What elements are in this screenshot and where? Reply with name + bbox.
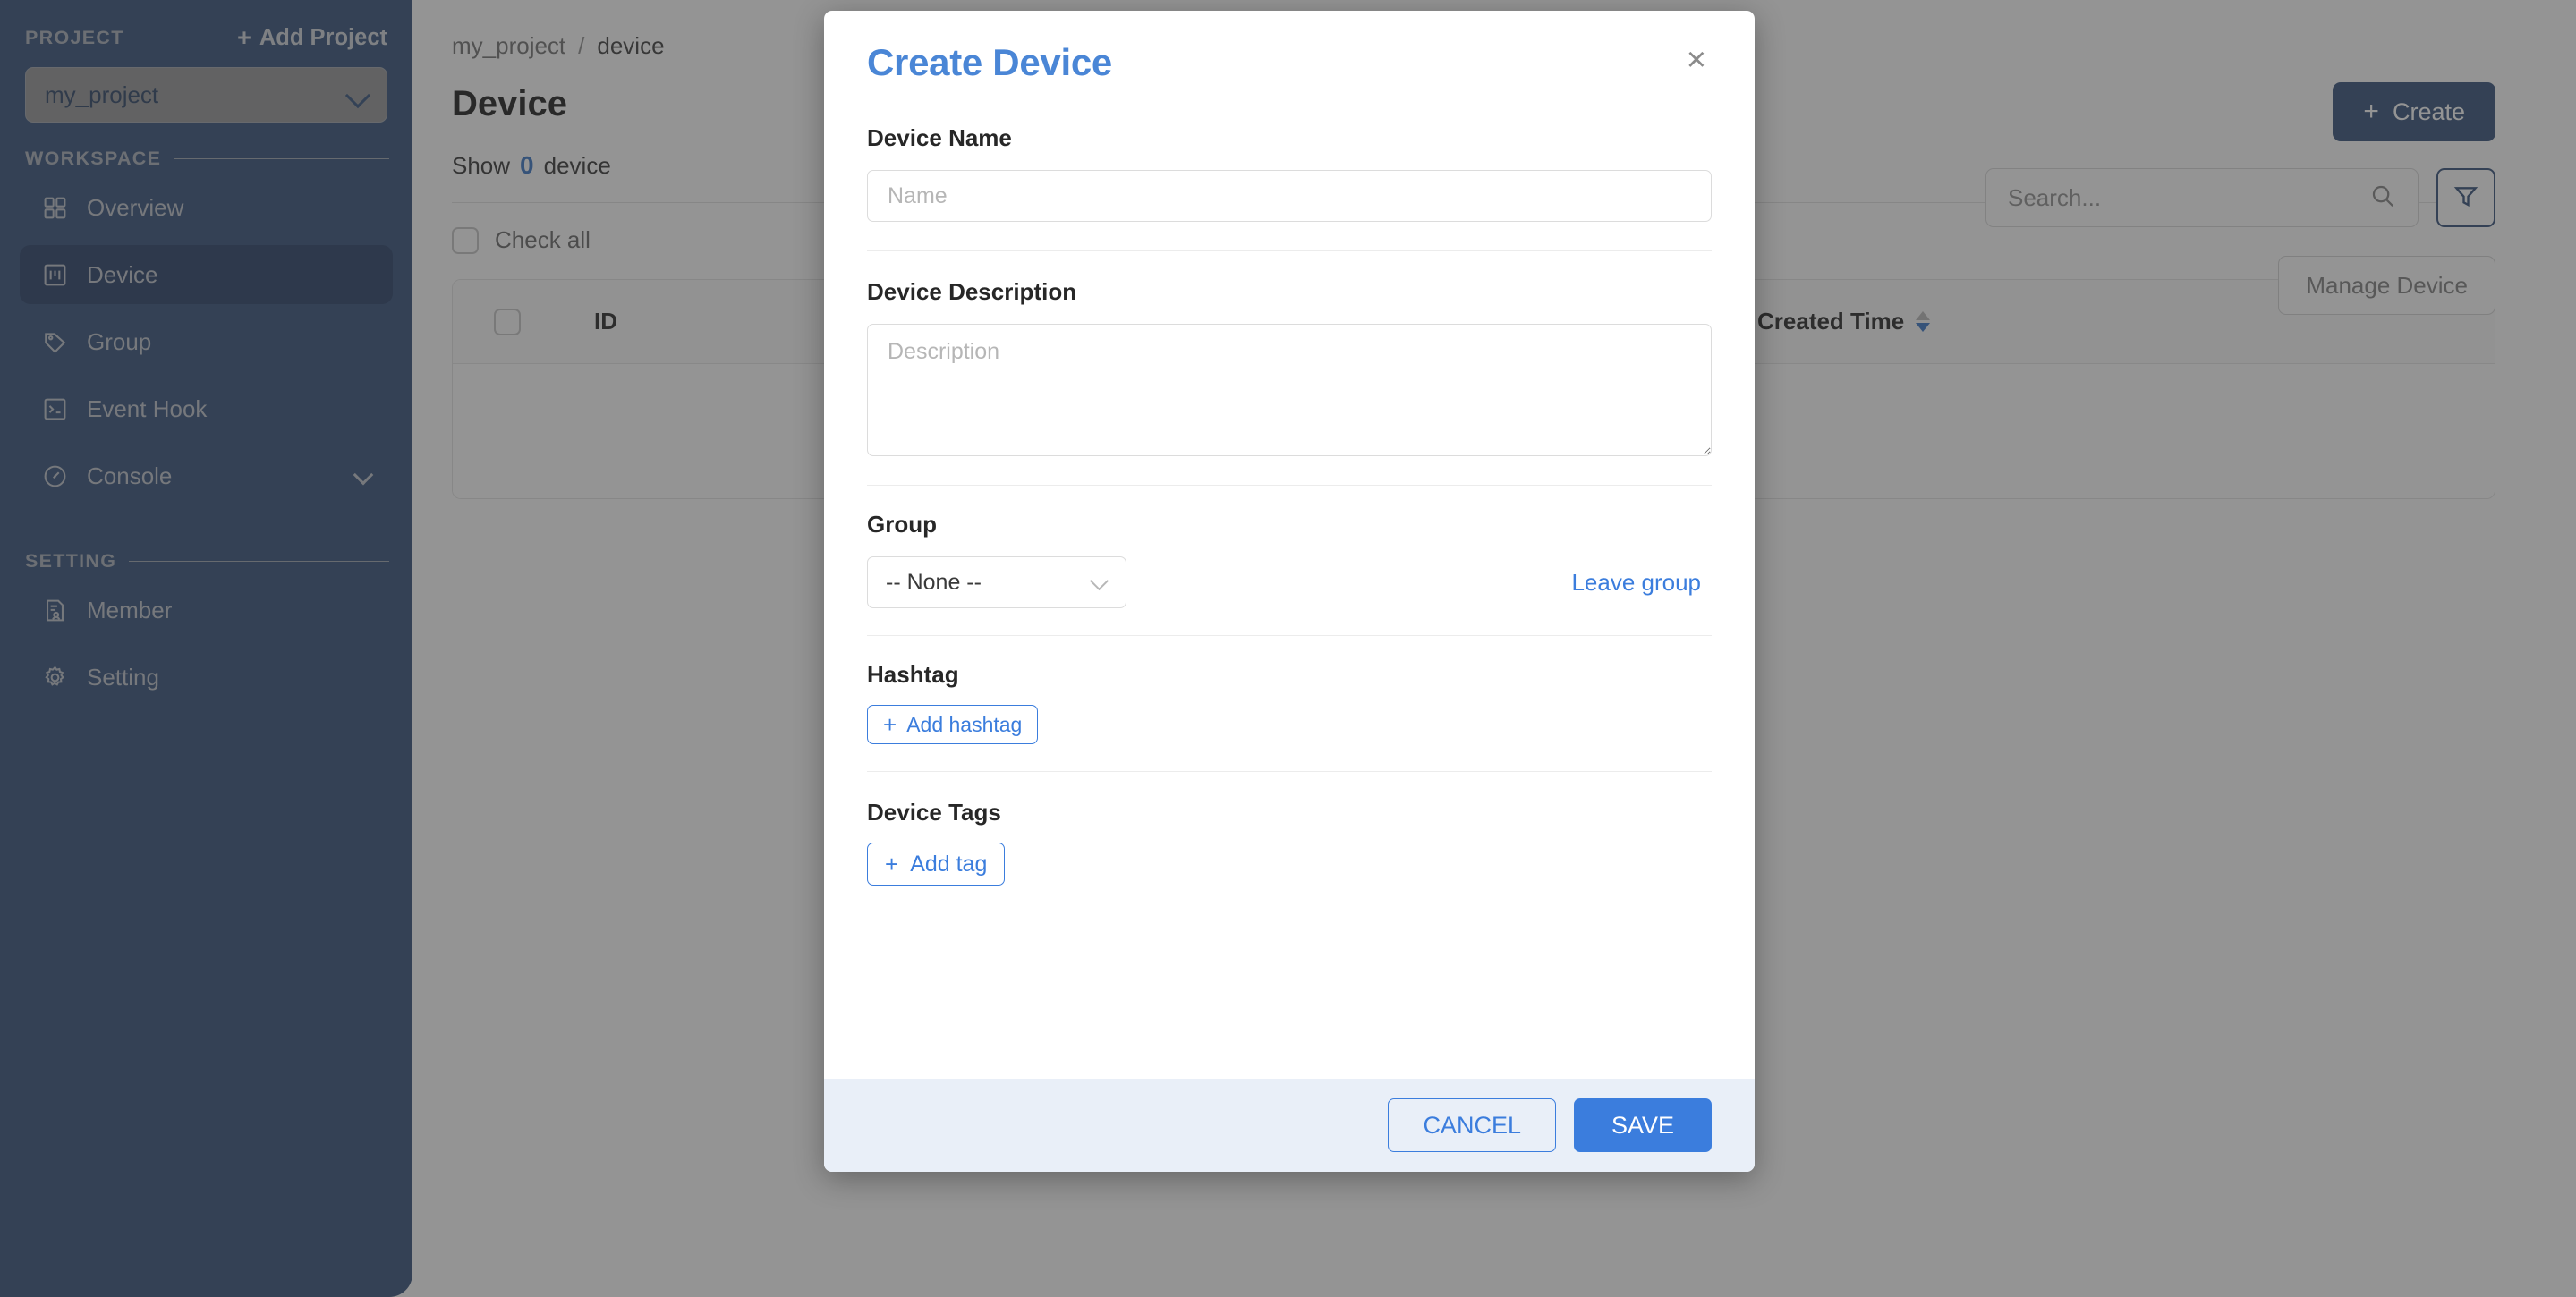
modal-header: Create Device × — [867, 11, 1712, 84]
divider — [867, 485, 1712, 486]
create-device-modal: Create Device × Device Name Device Descr… — [824, 11, 1755, 1172]
device-name-field-group: Device Name — [867, 124, 1712, 222]
group-label: Group — [867, 511, 937, 538]
group-select[interactable]: -- None -- — [867, 556, 1126, 608]
leave-group-link[interactable]: Leave group — [1571, 569, 1701, 597]
modal-title: Create Device — [867, 41, 1112, 83]
plus-icon: + — [883, 711, 897, 738]
device-description-field-group: Device Description — [867, 278, 1712, 456]
modal-footer: CANCEL SAVE — [824, 1079, 1755, 1172]
group-field-group: Group -- None -- Leave group — [867, 511, 1712, 608]
close-icon[interactable]: × — [1681, 41, 1712, 79]
add-hashtag-button[interactable]: + Add hashtag — [867, 705, 1039, 744]
divider — [867, 771, 1712, 772]
divider — [867, 250, 1712, 251]
divider — [867, 635, 1712, 636]
add-hashtag-label: Add hashtag — [906, 712, 1023, 736]
device-name-label: Device Name — [867, 124, 1012, 151]
chevron-down-icon — [1092, 574, 1108, 590]
group-row: -- None -- Leave group — [867, 556, 1712, 608]
plus-icon: + — [885, 851, 899, 877]
device-tags-label: Device Tags — [867, 799, 1001, 826]
modal-body: Create Device × Device Name Device Descr… — [824, 11, 1755, 1079]
device-description-textarea[interactable] — [867, 324, 1712, 456]
hashtag-label: Hashtag — [867, 661, 959, 688]
app-root: PROJECT + Add Project my_project WORKSPA… — [0, 0, 2576, 1297]
cancel-button[interactable]: CANCEL — [1388, 1098, 1556, 1152]
device-description-label: Device Description — [867, 278, 1077, 305]
hashtag-field-group: Hashtag + Add hashtag — [867, 661, 1712, 744]
device-tags-field-group: Device Tags + Add tag — [867, 799, 1712, 886]
save-button[interactable]: SAVE — [1573, 1098, 1712, 1152]
add-tag-button[interactable]: + Add tag — [867, 843, 1006, 886]
device-name-input[interactable] — [867, 170, 1712, 222]
add-tag-label: Add tag — [910, 851, 988, 877]
group-select-value: -- None -- — [886, 569, 982, 595]
